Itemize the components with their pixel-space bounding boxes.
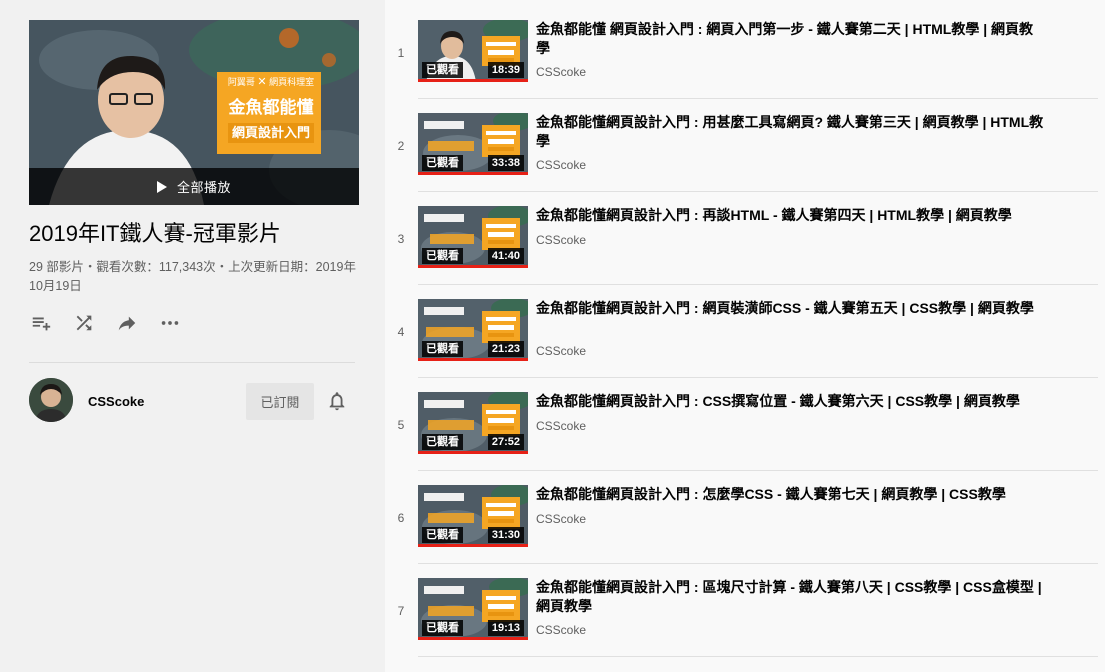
- video-title[interactable]: 金魚都能懂網頁設計入門 : CSS撰寫位置 - 鐵人賽第六天 | CSS教學 |…: [536, 392, 1046, 411]
- list-divider: [418, 377, 1098, 378]
- play-all-label: 全部播放: [176, 180, 231, 195]
- watch-progress-bar: [418, 358, 528, 361]
- video-duration: 27:52: [487, 434, 524, 450]
- list-divider: [418, 284, 1098, 285]
- hero-caption-line1-right: 網頁科理室: [269, 77, 315, 87]
- watched-badge: 已觀看: [422, 620, 463, 636]
- list-item[interactable]: 5 已觀看 27:52 金魚都能懂網頁設計入門 : CSS撰寫位置 - 鐵人賽第…: [385, 392, 1097, 485]
- video-index: 2: [397, 139, 405, 153]
- list-item[interactable]: 2 已觀看 33:38 金魚都能懂網頁設計入門 : 用甚麼工具寫網頁? 鐵人賽第…: [385, 113, 1097, 206]
- video-duration: 31:30: [487, 527, 524, 543]
- video-thumbnail[interactable]: 已觀看 21:23: [418, 299, 528, 361]
- list-item[interactable]: 6 已觀看 31:30 金魚都能懂網頁設計入門 : 怎麼學CSS - 鐵人賽第七…: [385, 485, 1097, 578]
- video-thumbnail[interactable]: 已觀看 18:39: [418, 20, 528, 82]
- shuffle-icon[interactable]: [72, 311, 96, 335]
- more-icon[interactable]: [158, 311, 182, 335]
- watched-badge: 已觀看: [422, 62, 463, 78]
- list-divider: [418, 470, 1098, 471]
- video-channel[interactable]: CSScoke: [536, 65, 586, 79]
- watch-progress-bar: [418, 265, 528, 268]
- video-thumbnail[interactable]: 已觀看 27:52: [418, 392, 528, 454]
- sidebar-divider: [29, 362, 355, 363]
- hero-x-icon: ✕: [257, 76, 267, 88]
- list-divider: [418, 656, 1098, 657]
- video-index: 6: [397, 511, 405, 525]
- video-channel[interactable]: CSScoke: [536, 233, 586, 247]
- video-channel[interactable]: CSScoke: [536, 158, 586, 172]
- video-thumbnail[interactable]: 已觀看 33:38: [418, 113, 528, 175]
- playlist-sidebar: 阿翼哥 ✕ 網頁科理室 金魚都能懂 網頁設計入門 全部播放 2019年IT鐵人賽…: [0, 0, 385, 672]
- video-title[interactable]: 金魚都能懂網頁設計入門 : 網頁裝潢師CSS - 鐵人賽第五天 | CSS教學 …: [536, 299, 1046, 318]
- playlist-owner: CSScoke 已訂閱: [29, 378, 359, 423]
- playlist-title: 2019年IT鐵人賽-冠軍影片: [29, 221, 281, 246]
- video-channel[interactable]: CSScoke: [536, 344, 586, 358]
- video-channel[interactable]: CSScoke: [536, 623, 586, 637]
- subscribed-button[interactable]: 已訂閱: [246, 383, 314, 420]
- notification-bell-icon[interactable]: [326, 390, 348, 412]
- video-duration: 18:39: [487, 62, 524, 78]
- watch-progress-bar: [418, 637, 528, 640]
- owner-name[interactable]: CSScoke: [88, 394, 144, 409]
- video-index: 7: [397, 604, 405, 618]
- hero-caption: 阿翼哥 ✕ 網頁科理室 金魚都能懂 網頁設計入門: [222, 75, 320, 143]
- video-thumbnail[interactable]: 已觀看 31:30: [418, 485, 528, 547]
- video-index: 4: [397, 325, 405, 339]
- video-index: 3: [397, 232, 405, 246]
- watch-progress-bar: [418, 79, 528, 82]
- video-index: 1: [397, 46, 405, 60]
- watch-progress-bar: [418, 172, 528, 175]
- hero-caption-line2: 金魚都能懂: [228, 98, 314, 117]
- video-title[interactable]: 金魚都能懂 網頁設計入門 : 網頁入門第一步 - 鐵人賽第二天 | HTML教學…: [536, 20, 1046, 58]
- playlist-video-list: 1 已觀看 18:39 金魚都能懂 網頁設計入門 : 網頁入門第一步 - 鐵人賽…: [385, 0, 1105, 672]
- video-channel[interactable]: CSScoke: [536, 419, 586, 433]
- video-title[interactable]: 金魚都能懂網頁設計入門 : 區塊尺寸計算 - 鐵人賽第八天 | CSS教學 | …: [536, 578, 1046, 616]
- video-duration: 21:23: [487, 341, 524, 357]
- list-divider: [418, 563, 1098, 564]
- play-icon: [156, 180, 167, 193]
- share-icon[interactable]: [115, 311, 139, 335]
- save-to-queue-icon[interactable]: [29, 311, 53, 335]
- video-duration: 19:13: [487, 620, 524, 636]
- list-divider: [418, 191, 1098, 192]
- list-item[interactable]: 1 已觀看 18:39 金魚都能懂 網頁設計入門 : 網頁入門第一步 - 鐵人賽…: [385, 20, 1097, 113]
- video-title[interactable]: 金魚都能懂網頁設計入門 : 再談HTML - 鐵人賽第四天 | HTML教學 |…: [536, 206, 1046, 225]
- watched-badge: 已觀看: [422, 155, 463, 171]
- watched-badge: 已觀看: [422, 527, 463, 543]
- list-item[interactable]: 4 已觀看 21:23 金魚都能懂網頁設計入門 : 網頁裝潢師CSS - 鐵人賽…: [385, 299, 1097, 392]
- hero-caption-line3: 網頁設計入門: [228, 123, 314, 143]
- avatar[interactable]: [29, 378, 73, 422]
- watched-badge: 已觀看: [422, 434, 463, 450]
- play-all-button[interactable]: 全部播放: [29, 168, 359, 205]
- video-duration: 41:40: [487, 248, 524, 264]
- playlist-hero-thumbnail[interactable]: 阿翼哥 ✕ 網頁科理室 金魚都能懂 網頁設計入門 全部播放: [29, 20, 359, 205]
- video-index: 5: [397, 418, 405, 432]
- list-item[interactable]: 7 已觀看 19:13 金魚都能懂網頁設計入門 : 區塊尺寸計算 - 鐵人賽第八…: [385, 578, 1097, 671]
- playlist-stats: 29 部影片・觀看次數：117,343次・上次更新日期：2019年10月19日: [29, 260, 356, 293]
- hero-caption-line1-left: 阿翼哥: [227, 77, 255, 87]
- video-duration: 33:38: [487, 155, 524, 171]
- video-thumbnail[interactable]: 已觀看 19:13: [418, 578, 528, 640]
- video-title[interactable]: 金魚都能懂網頁設計入門 : 怎麼學CSS - 鐵人賽第七天 | 網頁教學 | C…: [536, 485, 1046, 504]
- watched-badge: 已觀看: [422, 248, 463, 264]
- watch-progress-bar: [418, 451, 528, 454]
- watch-progress-bar: [418, 544, 528, 547]
- video-thumbnail[interactable]: 已觀看 41:40: [418, 206, 528, 268]
- playlist-actions: [29, 311, 201, 335]
- list-item[interactable]: 3 已觀看 41:40 金魚都能懂網頁設計入門 : 再談HTML - 鐵人賽第四…: [385, 206, 1097, 299]
- list-divider: [418, 98, 1098, 99]
- video-channel[interactable]: CSScoke: [536, 512, 586, 526]
- watched-badge: 已觀看: [422, 341, 463, 357]
- video-title[interactable]: 金魚都能懂網頁設計入門 : 用甚麼工具寫網頁? 鐵人賽第三天 | 網頁教學 | …: [536, 113, 1046, 151]
